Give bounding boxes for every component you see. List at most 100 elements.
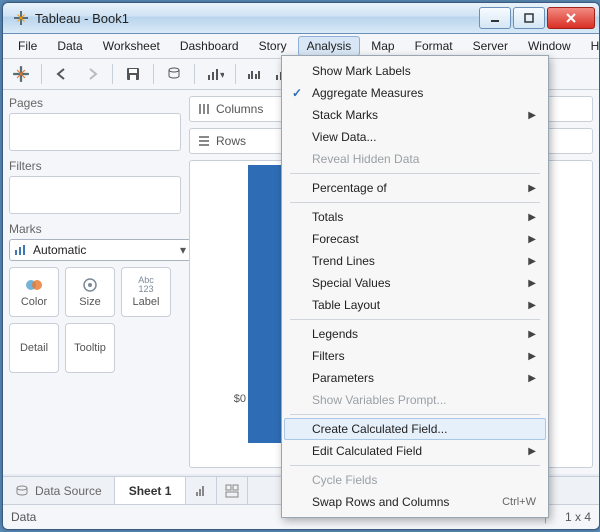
chevron-down-icon: ▾ [180,243,186,257]
submenu-arrow-icon: ▶ [528,110,536,121]
marks-label-card[interactable]: Abc123 Label [121,267,171,317]
menu-item-show-mark-labels[interactable]: Show Mark Labels [284,60,546,82]
menu-item-totals[interactable]: Totals▶ [284,206,546,228]
minimize-button[interactable] [479,7,511,29]
save-button[interactable] [121,63,145,85]
menu-dashboard[interactable]: Dashboard [171,36,248,56]
menu-item-label: View Data... [312,130,376,144]
menu-item-label: Reveal Hidden Data [312,152,419,166]
forward-button[interactable] [80,63,104,85]
axis-tick: $0 [234,393,246,405]
submenu-arrow-icon: ▶ [528,300,536,311]
menu-item-table-layout[interactable]: Table Layout ▶ [284,294,546,316]
marks-tooltip-card[interactable]: Tooltip [65,323,115,373]
back-button[interactable] [50,63,74,85]
sheet-tab[interactable]: Sheet 1 [115,477,187,505]
menu-file[interactable]: File [9,36,46,56]
titlebar[interactable]: Tableau - Book1 [3,3,599,34]
menu-item-create-calculated-field[interactable]: Create Calculated Field... [284,418,546,440]
menu-item-label: Show Variables Prompt... [312,393,447,407]
menu-item-edit-calculated-field[interactable]: Edit Calculated Field▶ [284,440,546,462]
pages-shelf[interactable] [9,113,181,151]
rows-label: Rows [216,134,246,148]
menu-item-aggregate-measures[interactable]: ✓ Aggregate Measures [284,82,546,104]
new-worksheet-tab[interactable] [186,477,217,505]
submenu-arrow-icon: ▶ [528,329,536,340]
duplicate-sheet-button[interactable] [244,63,268,85]
svg-text:▾: ▾ [220,70,224,81]
menu-help[interactable]: Help [582,36,600,56]
close-button[interactable] [547,7,595,29]
menu-separator [290,173,540,174]
submenu-arrow-icon: ▶ [528,278,536,289]
mark-type-select[interactable]: Automatic ▾ [9,239,191,261]
menu-item-label: Create Calculated Field... [312,422,447,436]
data-source-icon [15,484,29,498]
data-source-tab[interactable]: Data Source [3,477,115,505]
marks-color-card[interactable]: Color [9,267,59,317]
label-icon: Abc123 [138,276,154,294]
menu-item-label: Legends [312,327,358,341]
window-title: Tableau - Book1 [35,11,479,26]
marks-label: Marks [9,222,181,236]
color-icon [25,276,43,294]
new-dashboard-tab[interactable] [217,477,248,505]
menu-item-percentage-of[interactable]: Percentage of▶ [284,177,546,199]
menu-shortcut: Ctrl+W [502,496,536,508]
marks-card-label: Detail [20,342,48,354]
marks-card-label: Tooltip [74,342,106,354]
columns-icon [198,103,210,115]
menu-item-parameters[interactable]: Parameters▶ [284,367,546,389]
axis-tick: $500,000 [200,311,246,323]
new-worksheet-button[interactable]: ▾ [203,63,227,85]
menu-item-label: Totals [312,210,343,224]
columns-label: Columns [216,102,263,116]
app-icon [13,10,29,26]
menu-worksheet[interactable]: Worksheet [94,36,169,56]
axis-tick: $1,000,000 [191,229,246,241]
status-right: 1 x 4 [565,510,591,524]
menu-item-label: Cycle Fields [312,473,377,487]
menu-map[interactable]: Map [362,36,403,56]
marks-detail-card[interactable]: Detail [9,323,59,373]
menu-format[interactable]: Format [406,36,462,56]
menu-server[interactable]: Server [464,36,517,56]
menu-item-filters[interactable]: Filters▶ [284,345,546,367]
menu-item-stack-marks[interactable]: Stack Marks▶ [284,104,546,126]
filters-shelf[interactable] [9,176,181,214]
menu-item-view-data[interactable]: View Data... [284,126,546,148]
menu-item-cycle-fields: Cycle Fields [284,469,546,491]
y-axis-label: Sales [198,261,212,291]
menu-story[interactable]: Story [250,36,296,56]
menu-item-label: Show Mark Labels [312,64,411,78]
menu-item-label: Special Values [312,276,391,290]
maximize-button[interactable] [513,7,545,29]
menu-analysis[interactable]: Analysis [298,36,361,56]
menu-item-label: Aggregate Measures [312,86,423,100]
menu-window[interactable]: Window [519,36,580,56]
menu-item-special-values[interactable]: Special Values ▶ [284,272,546,294]
bar-chart-icon [14,244,28,256]
analysis-menu: Show Mark Labels ✓ Aggregate Measures Stack… [281,55,549,518]
mark-type-value: Automatic [33,243,86,257]
menu-separator [290,202,540,203]
filters-label: Filters [9,159,181,173]
menu-item-swap-rows-and-columns[interactable]: Swap Rows and ColumnsCtrl+W [284,491,546,513]
tableau-logo-icon[interactable] [9,63,33,85]
check-icon: ✓ [292,86,302,100]
marks-size-card[interactable]: Size [65,267,115,317]
menu-item-label: Table Layout [312,298,380,312]
submenu-arrow-icon: ▶ [528,234,536,245]
menu-item-trend-lines[interactable]: Trend Lines▶ [284,250,546,272]
data-source-button[interactable] [162,63,186,85]
menu-item-forecast[interactable]: Forecast▶ [284,228,546,250]
submenu-arrow-icon: ▶ [528,373,536,384]
menu-data[interactable]: Data [48,36,91,56]
marks-card-label: Size [79,296,100,308]
side-panels: Pages Filters Marks Automatic ▾ Color [3,90,187,474]
menu-item-legends[interactable]: Legends ▶ [284,323,546,345]
menu-separator [290,319,540,320]
menu-separator [290,465,540,466]
marks-card-label: Color [21,296,47,308]
status-left: Data [11,510,36,524]
